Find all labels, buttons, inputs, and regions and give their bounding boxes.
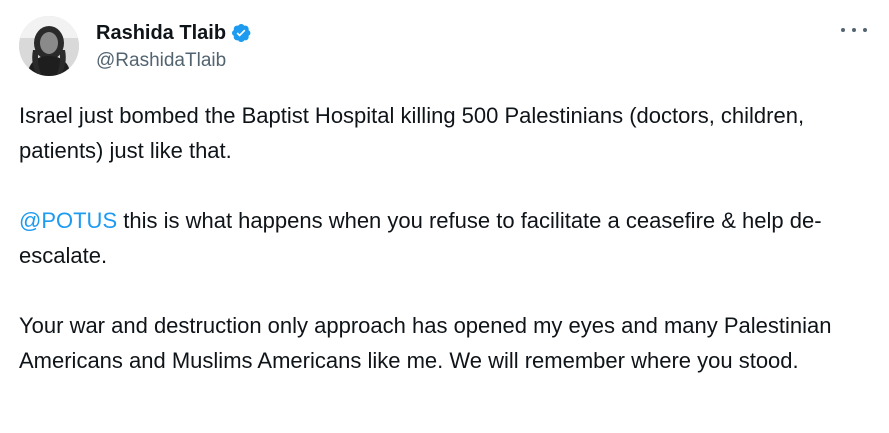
name-row: Rashida Tlaib (96, 20, 252, 46)
display-name[interactable]: Rashida Tlaib (96, 22, 226, 45)
tweet-paragraph-2-text: this is what happens when you refuse to … (19, 208, 822, 268)
dot (863, 28, 867, 32)
handle[interactable]: @RashidaTlaib (96, 50, 252, 72)
tweet-text: Israel just bombed the Baptist Hospital … (19, 98, 870, 378)
dot (852, 28, 856, 32)
tweet-card: Rashida Tlaib @RashidaTlaib Israel just … (0, 0, 889, 433)
author-info: Rashida Tlaib @RashidaTlaib (96, 20, 252, 72)
avatar[interactable] (19, 16, 79, 76)
tweet-paragraph-1: Israel just bombed the Baptist Hospital … (19, 103, 805, 163)
more-options-icon[interactable] (841, 22, 867, 38)
mention-link[interactable]: @POTUS (19, 208, 117, 233)
verified-badge-icon[interactable] (230, 22, 252, 44)
tweet-paragraph-2: @POTUS this is what happens when you ref… (19, 203, 870, 273)
tweet-paragraph-3: Your war and destruction only approach h… (19, 313, 832, 373)
tweet-header: Rashida Tlaib @RashidaTlaib (19, 16, 870, 76)
profile-photo-icon (19, 16, 79, 76)
dot (841, 28, 845, 32)
